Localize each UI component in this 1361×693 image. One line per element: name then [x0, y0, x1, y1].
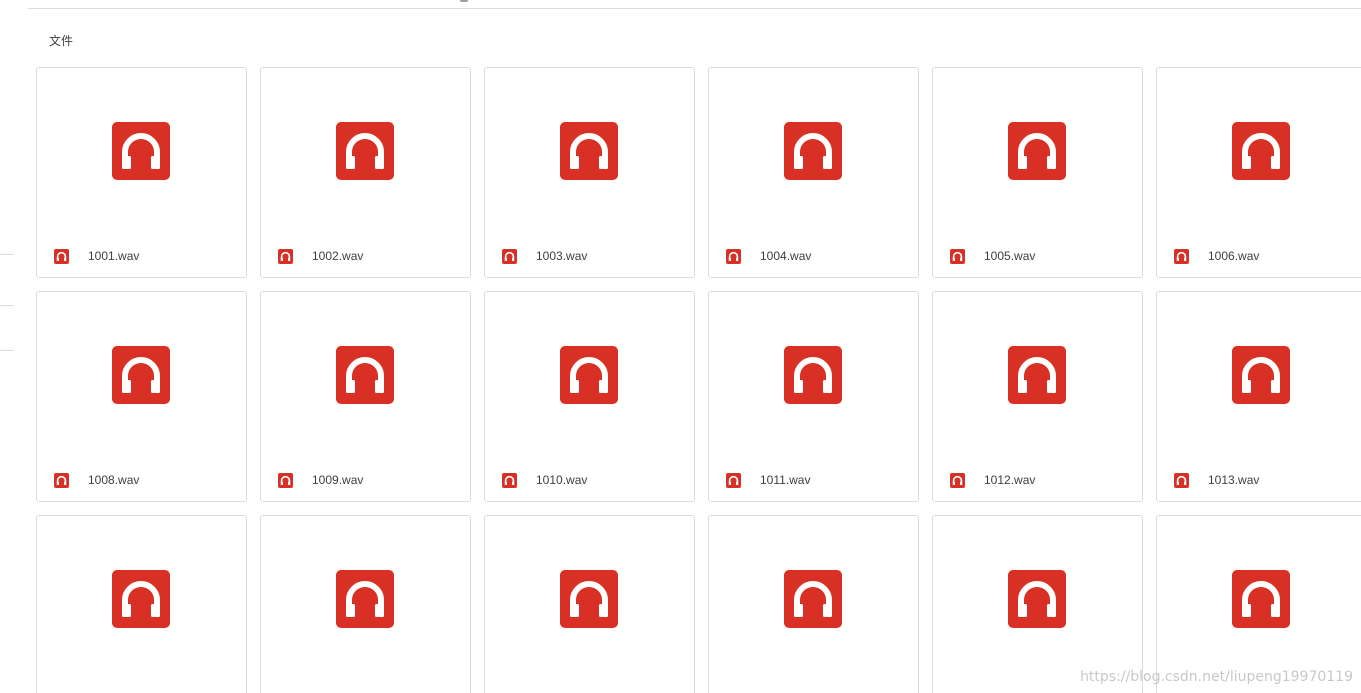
headphones-icon [1232, 346, 1290, 404]
file-grid: 1001.wav 1002.wav 1003.wav 1004.wav 1005.wav… [36, 67, 1361, 693]
sidebar-divider [0, 305, 14, 306]
audio-file-icon [1174, 248, 1189, 264]
headphones-icon [1008, 570, 1066, 628]
file-card[interactable]: 1004.wav [708, 67, 919, 278]
file-card[interactable]: 1006.wav [1156, 67, 1361, 278]
headphones-icon [112, 570, 170, 628]
file-name: 1003.wav [536, 249, 588, 263]
file-card[interactable] [36, 515, 247, 693]
file-card-footer: 1003.wav [502, 248, 587, 264]
file-card-footer: 1005.wav [950, 248, 1035, 264]
headphones-icon [336, 570, 394, 628]
file-name: 1011.wav [760, 473, 811, 487]
headphones-icon [1232, 570, 1290, 628]
watermark: https://blog.csdn.net/liupeng19970119 [1080, 669, 1353, 685]
audio-file-icon [54, 472, 69, 488]
file-name: 1012.wav [984, 473, 1036, 487]
file-card-footer: 1013.wav [1174, 472, 1259, 488]
file-card-footer: 1008.wav [54, 472, 139, 488]
headphones-icon [784, 346, 842, 404]
sidebar-divider [0, 254, 14, 255]
headphones-icon [112, 346, 170, 404]
headphones-icon [560, 570, 618, 628]
file-card[interactable]: 1003.wav [484, 67, 695, 278]
sidebar-divider [0, 350, 14, 351]
audio-file-icon [726, 472, 741, 488]
file-card[interactable] [1156, 515, 1361, 693]
headphones-icon [1008, 122, 1066, 180]
audio-file-icon [950, 472, 965, 488]
file-card[interactable] [260, 515, 471, 693]
file-name: 1002.wav [312, 249, 364, 263]
audio-file-icon [502, 472, 517, 488]
file-name: 1009.wav [312, 473, 364, 487]
file-card[interactable]: 1011.wav [708, 291, 919, 502]
audio-file-icon [726, 248, 741, 264]
file-card-footer: 1012.wav [950, 472, 1035, 488]
file-name: 1013.wav [1208, 473, 1260, 487]
file-card[interactable] [932, 515, 1143, 693]
headphones-icon [1008, 346, 1066, 404]
headphones-icon [560, 346, 618, 404]
file-card[interactable]: 1013.wav [1156, 291, 1361, 502]
audio-file-icon [502, 248, 517, 264]
file-name: 1008.wav [88, 473, 140, 487]
file-name: 1001.wav [88, 249, 140, 263]
headphones-icon [784, 570, 842, 628]
audio-file-icon [54, 248, 69, 264]
top-edge-mark [460, 0, 468, 2]
file-card[interactable]: 1005.wav [932, 67, 1143, 278]
audio-file-icon [278, 248, 293, 264]
file-card-footer: 1009.wav [278, 472, 363, 488]
headphones-icon [336, 122, 394, 180]
headphones-icon [784, 122, 842, 180]
headphones-icon [336, 346, 394, 404]
section-title-files: 文件 [49, 34, 74, 48]
file-card-footer: 1010.wav [502, 472, 587, 488]
file-card[interactable]: 1001.wav [36, 67, 247, 278]
file-card-footer: 1004.wav [726, 248, 811, 264]
file-card[interactable]: 1002.wav [260, 67, 471, 278]
file-card-footer: 1011.wav [726, 472, 810, 488]
audio-file-icon [278, 472, 293, 488]
file-card-footer: 1002.wav [278, 248, 363, 264]
file-name: 1006.wav [1208, 249, 1260, 263]
headphones-icon [560, 122, 618, 180]
headphones-icon [112, 122, 170, 180]
file-name: 1010.wav [536, 473, 588, 487]
file-card[interactable]: 1008.wav [36, 291, 247, 502]
file-card[interactable]: 1010.wav [484, 291, 695, 502]
file-name: 1005.wav [984, 249, 1036, 263]
file-card[interactable]: 1009.wav [260, 291, 471, 502]
audio-file-icon [1174, 472, 1189, 488]
audio-file-icon [950, 248, 965, 264]
file-card[interactable]: 1012.wav [932, 291, 1143, 502]
headphones-icon [1232, 122, 1290, 180]
top-divider [28, 8, 1361, 9]
file-card[interactable] [484, 515, 695, 693]
file-card-footer: 1001.wav [54, 248, 139, 264]
file-name: 1004.wav [760, 249, 812, 263]
file-card-footer: 1006.wav [1174, 248, 1259, 264]
file-card[interactable] [708, 515, 919, 693]
